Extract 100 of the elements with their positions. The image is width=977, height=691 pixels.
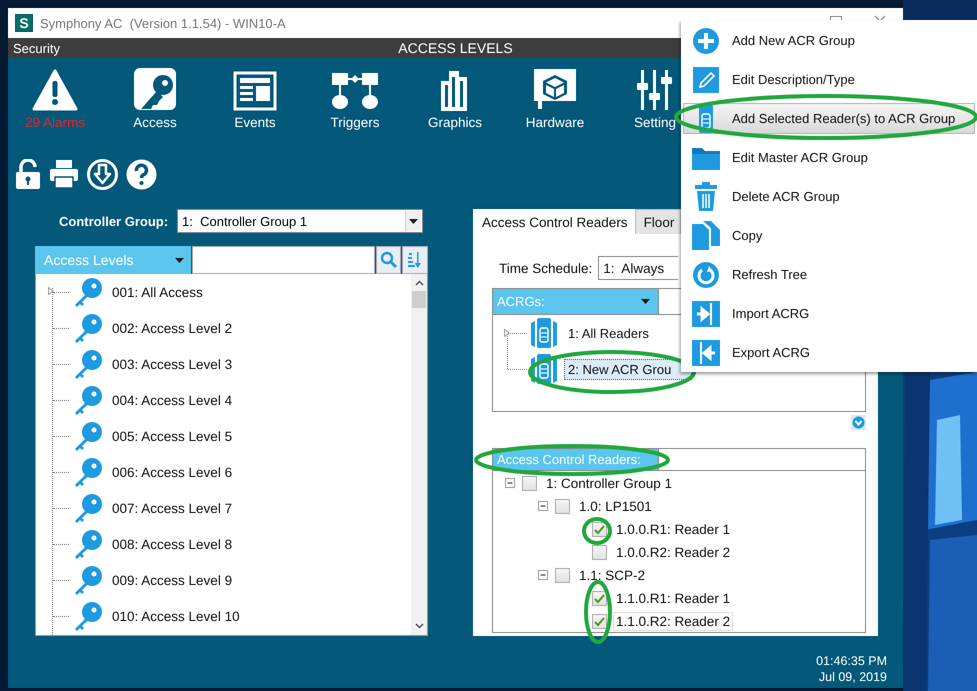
controller-group-select[interactable]: 1: Controller Group 1 bbox=[177, 209, 424, 233]
tree-item-label[interactable]: 004: Access Level 4 bbox=[110, 392, 234, 408]
menu-item[interactable]: Edit Master ACR Group bbox=[683, 138, 975, 177]
tree-item-label[interactable]: 1.0: LP1501 bbox=[576, 497, 655, 516]
scroll-up-icon[interactable] bbox=[414, 280, 424, 286]
clock-time: 01:46:35 PM bbox=[816, 653, 887, 669]
nav-button[interactable]: Graphics bbox=[410, 72, 500, 130]
menu-item[interactable]: Edit Description/Type bbox=[683, 60, 975, 99]
key-icon bbox=[73, 457, 103, 487]
tree-item-label[interactable]: 1: Controller Group 1 bbox=[543, 474, 676, 493]
key-icon bbox=[73, 529, 103, 559]
circuit-card-icon bbox=[532, 67, 578, 111]
field-label: Controller Group: bbox=[59, 214, 168, 228]
menu-item[interactable]: Delete ACR Group bbox=[683, 177, 975, 216]
menu-item[interactable]: Import ACRG bbox=[683, 294, 975, 333]
key-icon bbox=[73, 349, 103, 379]
highlight-ellipse bbox=[584, 580, 612, 644]
trash-icon[interactable] bbox=[694, 182, 718, 212]
section-header: Access Control Readers: bbox=[493, 449, 658, 470]
newspaper-icon bbox=[233, 71, 277, 111]
scroll-down-icon[interactable] bbox=[851, 415, 866, 430]
checkbox[interactable] bbox=[592, 614, 607, 629]
help-icon[interactable] bbox=[126, 158, 157, 190]
field-label: Time Schedule: bbox=[499, 260, 592, 276]
app-logo: S bbox=[15, 14, 33, 32]
tree-item-label[interactable]: 1: All Readers bbox=[564, 322, 653, 344]
tree-item-label[interactable]: 1.0.0.R2: Reader 2 bbox=[613, 543, 734, 562]
search-field[interactable] bbox=[192, 246, 375, 274]
menu-item[interactable]: Copy bbox=[683, 216, 975, 255]
export-icon[interactable] bbox=[691, 338, 721, 366]
tree-expander-icon[interactable] bbox=[48, 287, 54, 295]
dropdown-arrow-icon[interactable] bbox=[641, 299, 650, 304]
menu-item[interactable]: Refresh Tree bbox=[683, 255, 975, 294]
key-icon bbox=[73, 421, 103, 451]
print-icon[interactable] bbox=[49, 159, 79, 189]
copy-icon[interactable] bbox=[691, 220, 721, 252]
tab[interactable]: Floor bbox=[634, 209, 682, 234]
context-menu[interactable]: Add New ACR Group Edit Description/Type Add Selected Reader(s) to ACR Group Edit Master ACR Group Delete ACR Group Copy Refresh Tree Import ACRG Export ACRG bbox=[681, 20, 977, 372]
nav-button[interactable]: Triggers bbox=[310, 72, 400, 130]
warning-icon bbox=[32, 69, 78, 111]
checkbox[interactable] bbox=[592, 545, 607, 560]
menu-item[interactable]: Add New ACR Group bbox=[683, 21, 975, 60]
tree-item-label[interactable]: 1.0.0.R1: Reader 1 bbox=[613, 520, 734, 539]
download-icon[interactable] bbox=[87, 158, 118, 190]
tree-expander-icon[interactable] bbox=[504, 329, 510, 337]
window-title: Symphony AC (Version 1.1.54) - WIN10-A bbox=[40, 16, 286, 30]
collapse-icon[interactable] bbox=[505, 478, 516, 489]
tree-item-label[interactable]: 1.1.0.R1: Reader 1 bbox=[613, 589, 734, 608]
reader-group-icon bbox=[529, 317, 559, 349]
key-icon bbox=[73, 493, 103, 523]
scroll-down-icon[interactable] bbox=[414, 623, 424, 629]
key-card-icon bbox=[133, 67, 177, 111]
scrollbar[interactable] bbox=[411, 274, 427, 635]
checkbox[interactable] bbox=[555, 568, 570, 583]
import-icon[interactable] bbox=[691, 300, 721, 328]
menu-item[interactable]: Add Selected Reader(s) to ACR Group bbox=[683, 103, 975, 134]
tree-item-label[interactable]: 2: New ACR Grou bbox=[564, 358, 692, 380]
section-label: Security bbox=[12, 40, 60, 56]
tree-item-label[interactable]: 009: Access Level 9 bbox=[110, 572, 234, 588]
tree-item-label[interactable]: 003: Access Level 3 bbox=[110, 356, 234, 372]
collapse-icon[interactable] bbox=[538, 501, 549, 512]
highlight-ellipse bbox=[582, 517, 612, 545]
sliders-icon bbox=[637, 69, 673, 111]
tree-item-label[interactable]: 007: Access Level 7 bbox=[110, 500, 234, 516]
tab[interactable]: Access Control Readers bbox=[473, 209, 635, 234]
dropdown-arrow-icon[interactable] bbox=[409, 218, 418, 224]
tree-item-label[interactable]: 1.1.0.R2: Reader 2 bbox=[613, 612, 734, 631]
checkbox[interactable] bbox=[555, 499, 570, 514]
plus-icon[interactable] bbox=[692, 26, 720, 54]
checkbox[interactable] bbox=[592, 522, 607, 537]
checkbox[interactable] bbox=[592, 591, 607, 606]
key-icon bbox=[73, 565, 103, 595]
nav-button[interactable]: Access bbox=[110, 72, 200, 130]
refresh-icon[interactable] bbox=[692, 260, 720, 288]
reader-group-icon bbox=[529, 353, 559, 385]
tree-item-label[interactable]: 1.1: SCP-2 bbox=[576, 566, 648, 585]
key-icon bbox=[73, 601, 103, 631]
checkbox[interactable] bbox=[522, 476, 537, 491]
sort-icon[interactable] bbox=[408, 251, 422, 269]
page-title: ACCESS LEVELS bbox=[398, 40, 513, 56]
nav-button[interactable]: Hardware bbox=[510, 72, 600, 130]
nav-button[interactable]: Events bbox=[210, 72, 300, 130]
tree-item-label[interactable]: 005: Access Level 5 bbox=[110, 428, 234, 444]
key-icon bbox=[73, 313, 103, 343]
unlock-icon[interactable] bbox=[15, 159, 41, 189]
time-schedule-select[interactable]: 1: Always bbox=[598, 256, 678, 280]
key-icon bbox=[73, 385, 103, 415]
collapse-icon[interactable] bbox=[538, 570, 549, 581]
key-icon bbox=[73, 277, 103, 307]
search-button[interactable] bbox=[376, 246, 402, 274]
pencil-icon[interactable] bbox=[692, 66, 720, 94]
clock-date: Jul 09, 2019 bbox=[818, 669, 887, 685]
tree-item-label[interactable]: 001: All Access bbox=[110, 284, 205, 300]
scroll-thumb[interactable] bbox=[412, 291, 426, 308]
tree-item-label[interactable]: 008: Access Level 8 bbox=[110, 536, 234, 552]
dropdown-arrow-icon[interactable] bbox=[174, 258, 184, 262]
tree-item-label[interactable]: 006: Access Level 6 bbox=[110, 464, 234, 480]
tree-item-label[interactable]: 002: Access Level 2 bbox=[110, 320, 234, 336]
tree-item-label[interactable]: 010: Access Level 10 bbox=[110, 608, 242, 624]
flowchart-icon bbox=[331, 71, 379, 111]
